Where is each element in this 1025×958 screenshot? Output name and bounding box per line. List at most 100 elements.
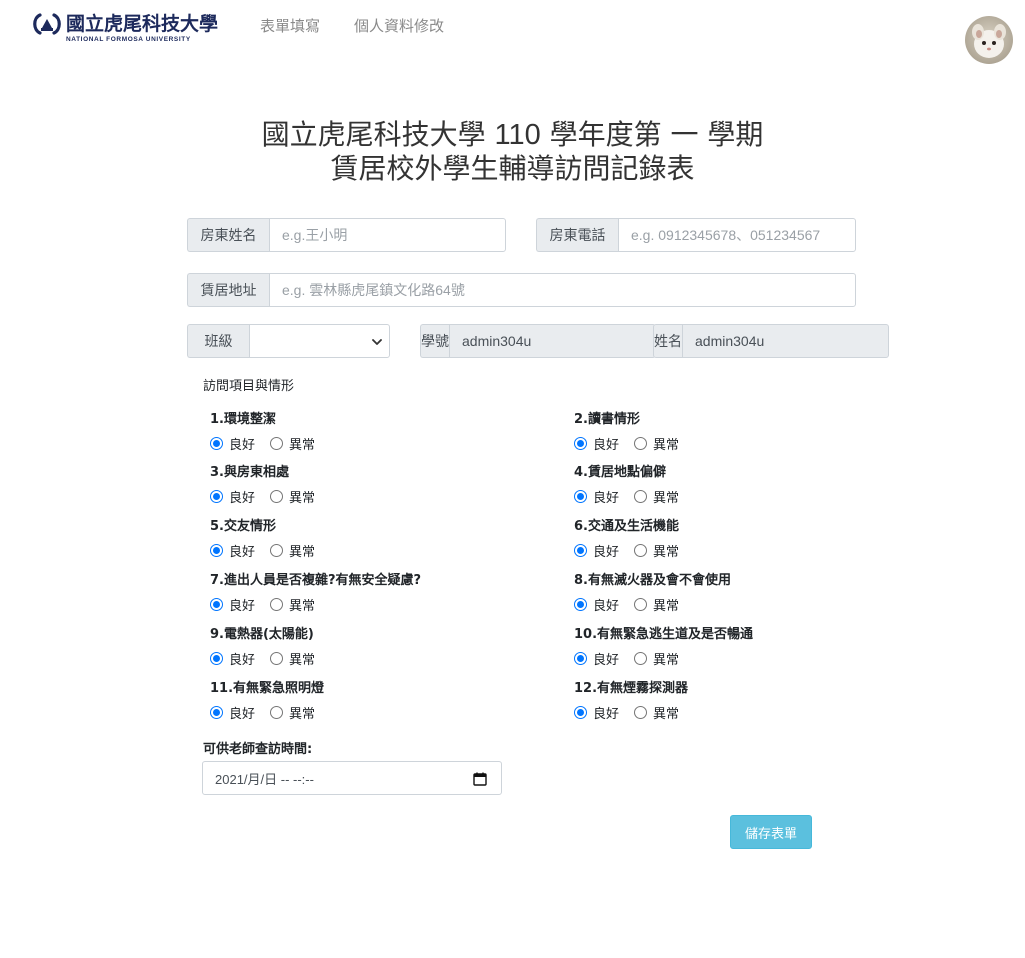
title-university: 國立虎尾科技大學 xyxy=(261,118,486,151)
visit-item-options: 良好 異常 xyxy=(574,596,694,614)
radio-label-abnormal: 異常 xyxy=(289,706,316,722)
visit-item-label: 6.交通及生活機能 xyxy=(574,519,679,534)
radio-label-good: 良好 xyxy=(593,437,620,453)
radio-label-abnormal: 異常 xyxy=(653,598,680,614)
page-title-line1: 國立虎尾科技大學 110 學年度第 一 學期 xyxy=(0,118,1025,152)
visit-item-options: 良好 異常 xyxy=(574,435,694,453)
visit-time-value: 2021/月/日 -- --:-- xyxy=(215,771,314,787)
radio-label-good: 良好 xyxy=(593,598,620,614)
user-avatar[interactable] xyxy=(965,16,1013,64)
radio-good[interactable] xyxy=(574,543,587,557)
radio-good[interactable] xyxy=(574,597,587,611)
radio-abnormal[interactable] xyxy=(270,436,284,450)
landlord-name-input[interactable] xyxy=(269,218,506,252)
landlord-phone-label: 房東電話 xyxy=(536,218,618,252)
radio-abnormal[interactable] xyxy=(270,489,284,503)
student-id-input xyxy=(449,324,656,358)
landlord-phone-group: 房東電話 xyxy=(536,218,856,252)
visit-item-label: 8.有無滅火器及會不會使用 xyxy=(574,573,731,588)
radio-abnormal[interactable] xyxy=(270,543,284,557)
radio-good[interactable] xyxy=(574,705,587,719)
chevron-down-icon xyxy=(372,339,382,345)
radio-good[interactable] xyxy=(574,651,587,665)
class-group: 班級 xyxy=(187,324,390,358)
radio-label-abnormal: 異常 xyxy=(653,437,680,453)
radio-label-good: 良好 xyxy=(229,652,256,668)
radio-label-abnormal: 異常 xyxy=(289,437,316,453)
university-logo[interactable]: 國立虎尾科技大學 NATIONAL FORMOSA UNIVERSITY xyxy=(32,12,232,48)
radio-good[interactable] xyxy=(210,436,223,450)
visit-item-options: 良好 異常 xyxy=(574,650,694,668)
navbar: 國立虎尾科技大學 NATIONAL FORMOSA UNIVERSITY 表單填… xyxy=(0,0,1025,64)
visit-item-options: 良好 異常 xyxy=(210,435,330,453)
visit-item-label: 9.電熱器(太陽能) xyxy=(210,627,314,642)
radio-abnormal[interactable] xyxy=(270,597,284,611)
radio-abnormal[interactable] xyxy=(270,705,284,719)
radio-good[interactable] xyxy=(210,489,223,503)
radio-good[interactable] xyxy=(210,543,223,557)
radio-abnormal[interactable] xyxy=(634,705,648,719)
visit-time-label: 可供老師查訪時間: xyxy=(203,742,313,757)
student-id-label: 學號 xyxy=(420,324,449,358)
radio-abnormal[interactable] xyxy=(634,543,648,557)
class-select[interactable] xyxy=(249,324,390,358)
visit-item-options: 良好 異常 xyxy=(210,704,330,722)
visit-item-options: 良好 異常 xyxy=(574,542,694,560)
radio-label-good: 良好 xyxy=(229,706,256,722)
visit-item-label: 4.賃居地點偏僻 xyxy=(574,465,666,480)
radio-label-abnormal: 異常 xyxy=(289,544,316,560)
class-label: 班級 xyxy=(187,324,249,358)
address-input[interactable] xyxy=(269,273,856,307)
address-label: 賃居地址 xyxy=(187,273,269,307)
radio-label-good: 良好 xyxy=(229,598,256,614)
visit-item-options: 良好 異常 xyxy=(574,704,694,722)
visit-time-input[interactable]: 2021/月/日 -- --:-- xyxy=(202,761,502,795)
radio-abnormal[interactable] xyxy=(270,651,284,665)
visit-section-label: 訪問項目與情形 xyxy=(203,379,295,394)
radio-label-abnormal: 異常 xyxy=(653,544,680,560)
radio-label-good: 良好 xyxy=(593,544,620,560)
radio-label-good: 良好 xyxy=(593,490,620,506)
visit-item-label: 11.有無緊急照明燈 xyxy=(210,681,325,696)
logo-english-name: NATIONAL FORMOSA UNIVERSITY xyxy=(66,36,191,43)
radio-abnormal[interactable] xyxy=(634,489,648,503)
radio-label-abnormal: 異常 xyxy=(289,490,316,506)
radio-good[interactable] xyxy=(210,705,223,719)
visit-item-label: 2.讀書情形 xyxy=(574,412,640,427)
radio-abnormal[interactable] xyxy=(634,436,648,450)
radio-good[interactable] xyxy=(210,651,223,665)
radio-label-good: 良好 xyxy=(593,652,620,668)
name-input xyxy=(682,324,889,358)
radio-abnormal[interactable] xyxy=(634,597,648,611)
nav-link-profile-edit[interactable]: 個人資料修改 xyxy=(354,15,444,36)
radio-good[interactable] xyxy=(574,436,587,450)
logo-emblem-icon xyxy=(33,13,61,35)
title-semester: 學年度第 一 學期 xyxy=(549,118,764,151)
nav-link-form-fill[interactable]: 表單填寫 xyxy=(260,15,320,36)
landlord-name-group: 房東姓名 xyxy=(187,218,506,252)
radio-good[interactable] xyxy=(574,489,587,503)
name-group: 姓名 xyxy=(653,324,889,358)
radio-label-abnormal: 異常 xyxy=(653,490,680,506)
title-year: 110 xyxy=(494,119,541,151)
visit-item-label: 7.進出人員是否複雜?有無安全疑慮? xyxy=(210,573,422,588)
radio-abnormal[interactable] xyxy=(634,651,648,665)
calendar-icon[interactable] xyxy=(473,772,487,786)
visit-item-options: 良好 異常 xyxy=(210,650,330,668)
visit-item-label: 5.交友情形 xyxy=(210,519,276,534)
student-id-group: 學號 xyxy=(420,324,656,358)
radio-label-good: 良好 xyxy=(229,437,256,453)
logo-chinese-name: 國立虎尾科技大學 xyxy=(66,13,219,35)
radio-label-abnormal: 異常 xyxy=(289,598,316,614)
visit-item-options: 良好 異常 xyxy=(210,596,330,614)
radio-label-abnormal: 異常 xyxy=(653,652,680,668)
visit-item-options: 良好 異常 xyxy=(210,542,330,560)
radio-label-good: 良好 xyxy=(229,490,256,506)
avatar-image xyxy=(965,16,1013,64)
radio-label-abnormal: 異常 xyxy=(653,706,680,722)
radio-label-abnormal: 異常 xyxy=(289,652,316,668)
visit-item-options: 良好 異常 xyxy=(574,488,694,506)
radio-good[interactable] xyxy=(210,597,223,611)
landlord-phone-input[interactable] xyxy=(618,218,856,252)
save-form-button[interactable]: 儲存表單 xyxy=(730,815,812,849)
